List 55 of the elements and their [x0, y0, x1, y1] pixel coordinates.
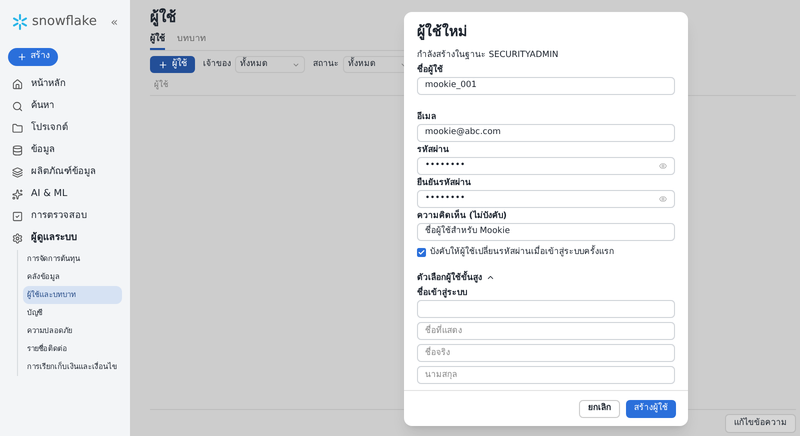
eye-icon[interactable] — [659, 194, 667, 203]
input-field[interactable]: ชื่อที่แสดง — [417, 322, 675, 340]
dialog-title: ผู้ใช้ใหม่ — [417, 22, 468, 42]
add-user-button[interactable]: ผู้ใช้ — [150, 56, 195, 73]
cancel-button[interactable]: ยกเลิก — [579, 400, 620, 418]
field-label: รหัสผ่าน — [417, 144, 450, 157]
nav-item[interactable]: ผลิตภัณฑ์ข้อมูล — [8, 162, 122, 184]
sparkles-icon — [12, 189, 23, 200]
folder-icon — [12, 123, 23, 134]
database-icon — [12, 145, 23, 156]
eye-icon[interactable] — [659, 162, 667, 170]
input-field[interactable]: ชื่อผู้ใช้สำหรับ Mookie — [417, 222, 675, 241]
layers-icon — [12, 167, 23, 178]
nav-item[interactable]: การตรวจสอบ — [8, 206, 122, 228]
filter-dropdown[interactable]: ทั้งหมด — [235, 56, 305, 73]
advanced-options-toggle[interactable]: ตัวเลือกผู้ใช้ขั้นสูง — [417, 272, 675, 284]
nav-item[interactable]: ข้อมูล — [8, 140, 122, 162]
collapse-toggle[interactable]: « — [110, 12, 118, 31]
field-label: อีเมล — [417, 110, 437, 124]
input-field[interactable]: mookie@abc.com — [417, 124, 675, 142]
create-button[interactable]: สร้าง — [8, 48, 58, 66]
nav-item[interactable]: หน้าหลัก — [8, 74, 122, 96]
search-icon — [12, 101, 23, 112]
plus-icon — [158, 60, 168, 70]
input-field[interactable]: mookie_001 — [417, 76, 675, 95]
snowflake-logo-icon — [12, 14, 28, 30]
tab[interactable]: บทบาท — [177, 32, 206, 50]
plus-icon — [16, 52, 26, 62]
nav-item[interactable]: ค้นหา — [8, 96, 122, 118]
checkbox[interactable] — [417, 248, 426, 257]
input-field[interactable]: ชื่อจริง — [417, 344, 675, 362]
create-user-button[interactable]: สร้างผู้ใช้ — [626, 400, 676, 418]
field-label: ชื่อผู้ใช้ — [417, 64, 444, 77]
gear-icon — [12, 233, 23, 244]
nav-item[interactable]: ผู้ดูแลระบบ — [8, 228, 122, 250]
column-header: ผู้ใช้ — [154, 79, 168, 91]
password-field[interactable]: •••••••• — [417, 156, 675, 175]
tab[interactable]: ผู้ใช้ — [150, 32, 165, 50]
field-label: ชื่อเข้าสู่ระบบ — [417, 287, 468, 300]
field-label: ยืนยันรหัสผ่าน — [417, 176, 472, 190]
dialog-subtitle: กำลังสร้างในฐานะ SECURITYADMIN — [417, 49, 560, 62]
input-field[interactable]: นามสกุล — [417, 366, 675, 384]
nav-item[interactable]: AI & ML — [8, 184, 122, 206]
nav-item[interactable]: โปรเจกต์ — [8, 118, 122, 140]
filter-label: สถานะ — [313, 58, 339, 71]
page-title: ผู้ใช้ — [150, 7, 177, 28]
checkbox-icon — [12, 211, 23, 222]
home-icon — [12, 79, 23, 90]
feedback-button[interactable]: แก้ไขข้อความ — [725, 414, 796, 433]
logo-wordmark: snowflake — [32, 13, 97, 31]
input-field[interactable] — [417, 300, 675, 318]
field-label: ความคิดเห็น (ไม่บังคับ) — [417, 210, 508, 223]
checkbox-label: บังคับให้ผู้ใช้เปลี่ยนรหัสผ่านเมื่อเข้าสู่ระบบครั้งแรก — [430, 246, 614, 258]
filter-label: เจ้าของ — [203, 58, 231, 71]
password-field[interactable]: •••••••• — [417, 190, 675, 208]
